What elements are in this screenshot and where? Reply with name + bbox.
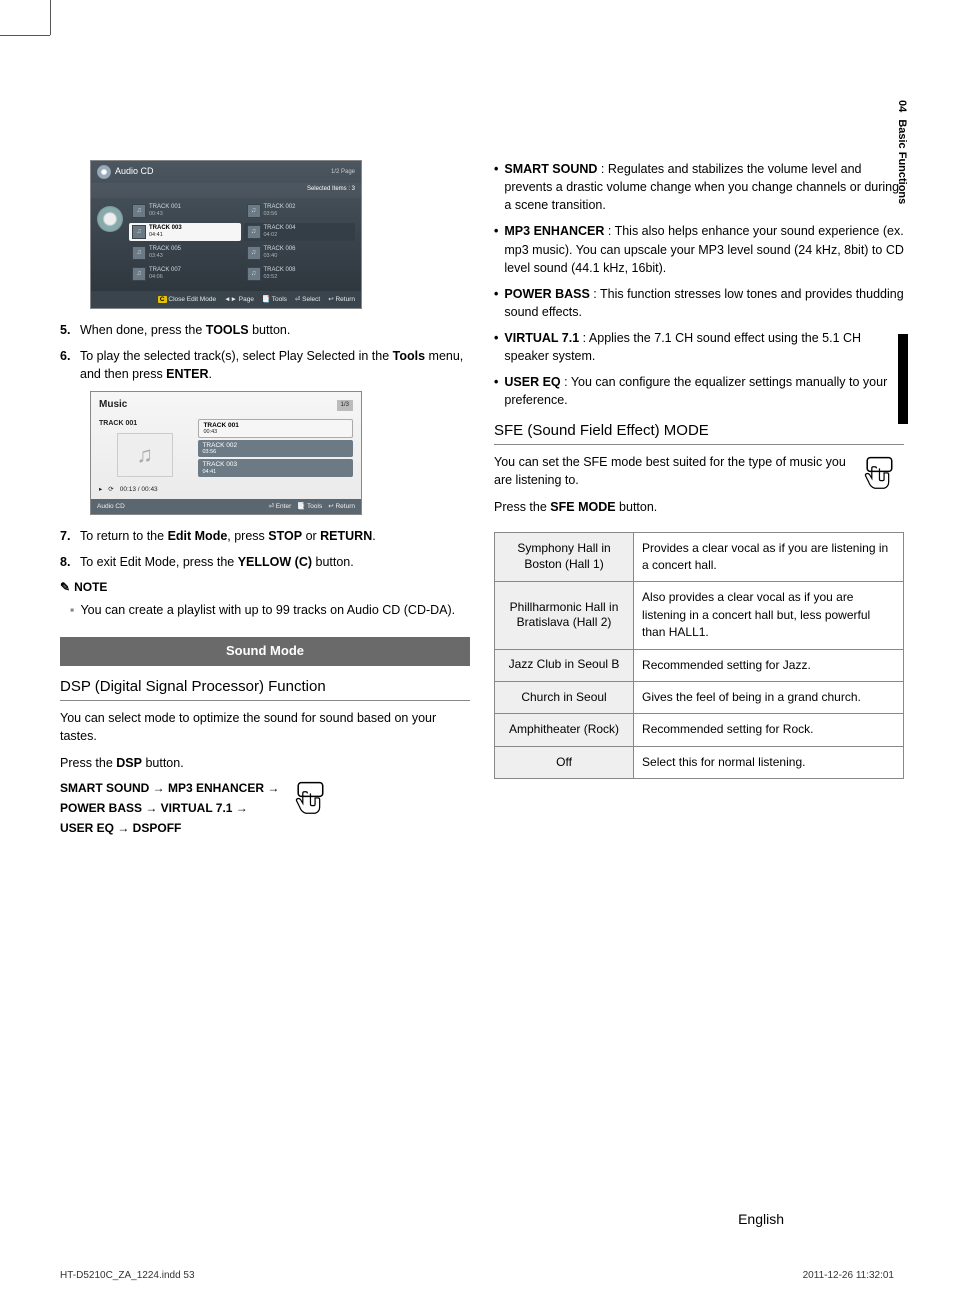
left-column: Audio CD 1/2 Page Selected Items : 3 ♫ TR… [60,160,470,839]
shot2-footer-bar: Audio CD ⏎ Enter 📑 Tools ↩ Return [91,499,361,514]
shot2-page: 1/3 [337,400,353,411]
music-note-icon: ♫ [247,246,261,260]
page-footer: HT-D5210C_ZA_1224.indd 53 2011-12-26 11:… [60,1270,894,1281]
sound-mode-banner: Sound Mode [60,637,470,666]
steps-list-2: 7. To return to the Edit Mode, press STO… [60,527,470,571]
dsp-flow: SMART SOUND → MP3 ENHANCER → POWER BASS … [60,778,279,839]
music-note-icon: ♫ [132,225,146,239]
sfe-press: Press the SFE MODE button. [494,498,848,516]
right-column: SMART SOUND : Regulates and stabilizes t… [494,160,904,839]
music-note-icon: ♫ [132,267,146,281]
step-5: 5. When done, press the TOOLS button. [60,321,470,339]
dsp-intro: You can select mode to optimize the soun… [60,709,470,745]
cd-art-icon [97,206,123,232]
chapter-label: Basic Functions [896,119,908,204]
two-column-content: Audio CD 1/2 Page Selected Items : 3 ♫ TR… [60,160,904,839]
music-screenshot: Music 1/3 TRACK 001 ♫ ▸ ⟳ 00:13 / 00:43 [90,391,362,514]
dsp-press: Press the DSP button. [60,754,470,772]
note-bullet: ▪ You can create a playlist with up to 9… [70,601,470,619]
note-heading: ✎ NOTE [60,579,470,596]
audio-cd-screenshot: Audio CD 1/2 Page Selected Items : 3 ♫TR… [90,160,362,309]
press-button-icon [858,453,904,499]
cd-icon [97,165,111,179]
footer-left: HT-D5210C_ZA_1224.indd 53 [60,1270,195,1281]
music-note-icon: ♫ [117,433,173,477]
dsp-flow-row: SMART SOUND → MP3 ENHANCER → POWER BASS … [60,778,470,839]
sfe-intro: You can set the SFE mode best suited for… [494,453,848,489]
dsp-feature-list: SMART SOUND : Regulates and stabilizes t… [494,160,904,410]
pencil-icon: ✎ [60,579,70,596]
language-label: English [738,1211,784,1227]
playback-progress: ▸ ⟳ 00:13 / 00:43 [99,485,190,494]
shot2-title: Music [99,398,127,413]
sfe-heading: SFE (Sound Field Effect) MODE [494,420,904,446]
shot1-subtitle: Selected Items : 3 [91,183,361,198]
sfe-intro-row: You can set the SFE mode best suited for… [494,453,904,521]
dsp-heading: DSP (Digital Signal Processor) Function [60,676,470,702]
music-note-icon: ♫ [132,246,146,260]
shot1-title: Audio CD [115,165,154,178]
shot1-page: 1/2 Page [331,168,355,177]
music-note-icon: ♫ [132,204,146,218]
step-6: 6. To play the selected track(s), select… [60,347,470,383]
repeat-icon: ⟳ [108,485,113,494]
play-icon: ▸ [99,485,102,494]
step-8: 8. To exit Edit Mode, press the YELLOW (… [60,553,470,571]
steps-list-1: 5. When done, press the TOOLS button. 6.… [60,321,470,383]
side-black-marker [898,334,908,424]
press-button-icon [289,778,335,824]
step-7: 7. To return to the Edit Mode, press STO… [60,527,470,545]
footer-right: 2011-12-26 11:32:01 [803,1270,894,1281]
music-note-icon: ♫ [247,204,261,218]
document-page: 04 Basic Functions Audio CD 1/2 Page Sel… [0,0,954,1307]
music-note-icon: ♫ [247,267,261,281]
side-tab: 04 Basic Functions [896,100,908,204]
current-track-label: TRACK 001 [99,419,190,429]
music-note-icon: ♫ [247,225,261,239]
square-bullet-icon: ▪ [70,601,74,619]
chapter-number: 04 [896,100,908,112]
sfe-table: Symphony Hall in Boston (Hall 1)Provides… [494,532,904,780]
shot1-footer-bar: C Close Edit Mode ◄► Page 📑 Tools ⏎ Sele… [91,291,361,308]
